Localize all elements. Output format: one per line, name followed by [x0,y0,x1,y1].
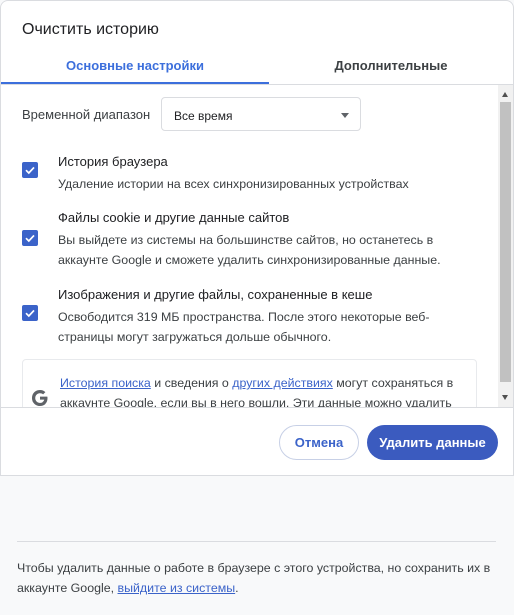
sign-out-link[interactable]: выйдите из системы [118,581,236,595]
clear-history-dialog: Очистить историю Основные настройки Допо… [0,0,514,476]
cancel-button[interactable]: Отмена [279,425,359,460]
checkmark-icon [25,166,35,175]
browser-history-checkbox[interactable] [22,162,38,178]
dialog-footer-divider [1,407,513,408]
option-description: Освободится 319 МБ пространства. После э… [58,310,430,344]
google-account-info: История поиска и сведения о других дейст… [22,359,477,407]
bottom-divider [17,541,496,542]
info-text: История поиска и сведения о других дейст… [60,373,472,407]
settings-scroll-area[interactable]: Временной диапазон Все время История бра… [1,85,513,407]
vertical-scrollbar[interactable] [498,85,513,407]
option-title: Изображения и другие файлы, сохраненные … [58,287,373,302]
scrollbar-thumb[interactable] [500,102,511,382]
sign-out-hint-end: . [235,581,239,595]
dropdown-arrow-icon [341,113,349,118]
checkmark-icon [25,234,35,243]
sign-out-hint: Чтобы удалить данные о работе в браузере… [17,558,502,598]
tab-basic-settings[interactable]: Основные настройки [1,57,269,85]
option-title: История браузера [58,154,168,169]
sign-out-hint-text: Чтобы удалить данные о работе в браузере… [17,561,491,595]
tab-advanced[interactable]: Дополнительные [269,57,513,85]
search-history-link[interactable]: История поиска [60,376,151,390]
time-range-select[interactable]: Все время [161,97,361,131]
checkmark-icon [25,309,35,318]
time-range-label: Временной диапазон [22,107,151,122]
cookies-checkbox[interactable] [22,230,38,246]
dialog-title: Очистить историю [22,21,159,38]
other-activity-link[interactable]: других действиях [232,376,333,390]
cache-checkbox[interactable] [22,305,38,321]
time-range-value: Все время [174,109,233,123]
google-g-icon [32,390,48,406]
delete-data-button[interactable]: Удалить данные [367,425,498,460]
info-text-part: и сведения о [150,376,233,390]
option-description: Удаление истории на всех синхронизирован… [58,177,409,191]
scroll-up-arrow-icon[interactable] [502,92,508,97]
option-description: Вы выйдете из системы на большинстве сай… [58,233,441,267]
scroll-down-arrow-icon[interactable] [502,395,508,400]
option-title: Файлы cookie и другие данные сайтов [58,210,290,225]
